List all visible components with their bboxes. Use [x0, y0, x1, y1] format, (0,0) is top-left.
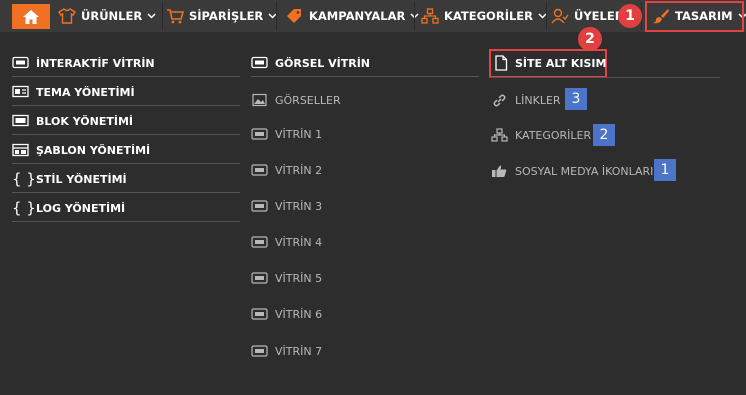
annotation-number-3: 3: [565, 88, 587, 110]
menu-item-vitrin-3[interactable]: VİTRİN 3: [251, 198, 322, 214]
menu-item-log-yonetimi[interactable]: { } LOG YÖNETİMİ: [12, 199, 126, 217]
annotation-number-1: 1: [654, 159, 676, 181]
menu-header-site-alt-kisim[interactable]: SİTE ALT KISIM: [494, 55, 606, 71]
menu-item-tema-yonetimi[interactable]: TEMA YÖNETİMİ: [12, 84, 135, 100]
nav-separator: [162, 2, 163, 30]
menu-item-label: VİTRİN 4: [275, 235, 323, 249]
home-button[interactable]: [12, 4, 50, 29]
chevron-down-icon: [147, 13, 156, 19]
menu-item-label: SOSYAL MEDYA İKONLARI: [515, 164, 654, 178]
menu-item-label: BLOK YÖNETİMİ: [36, 114, 133, 128]
menu-item-vitrin-5[interactable]: VİTRİN 5: [251, 270, 322, 286]
monitor-icon: [251, 199, 268, 213]
nav-urunler[interactable]: ÜRÜNLER: [58, 0, 156, 32]
monitor-icon: [251, 127, 268, 141]
braces-icon: { }: [12, 170, 36, 188]
annotation-number-2: 2: [593, 124, 615, 146]
template-icon: [12, 143, 29, 157]
home-icon: [23, 9, 39, 24]
tasarim-highlight-box: [645, 1, 744, 32]
theme-icon: [12, 85, 29, 99]
divider: [12, 221, 240, 222]
divider: [12, 134, 240, 135]
menu-item-sablon-yonetimi[interactable]: ŞABLON YÖNETİMİ: [12, 142, 150, 158]
divider: [12, 105, 240, 106]
menu-item-label: LOG YÖNETİMİ: [36, 201, 126, 215]
monitor-icon: [251, 307, 268, 321]
sitemap-icon: [491, 128, 508, 142]
nav-separator: [414, 2, 415, 30]
tag-icon: [286, 8, 304, 24]
menu-item-label: VİTRİN 7: [275, 344, 323, 358]
menu-item-blok-yonetimi[interactable]: BLOK YÖNETİMİ: [12, 113, 133, 129]
divider: [489, 77, 720, 78]
divider: [251, 76, 479, 77]
nav-kampanyalar[interactable]: KAMPANYALAR: [286, 0, 419, 32]
monitor-icon: [251, 163, 268, 177]
monitor-icon: [12, 56, 29, 70]
menu-item-label: VİTRİN 6: [275, 307, 323, 321]
monitor-icon: [251, 344, 268, 358]
menu-item-kategoriler[interactable]: KATEGORİLER: [491, 127, 591, 143]
menu-item-sosyal-medya-ikonlari[interactable]: SOSYAL MEDYA İKONLARI: [491, 163, 653, 179]
menu-item-gorseller[interactable]: GÖRSELLER: [251, 92, 341, 108]
menu-item-label: LİNKLER: [515, 93, 561, 107]
annotation-badge-2: 2: [578, 27, 602, 51]
menu-item-vitrin-2[interactable]: VİTRİN 2: [251, 162, 322, 178]
menu-item-stil-yonetimi[interactable]: { } STİL YÖNETİMİ: [12, 170, 127, 188]
menu-item-vitrin-1[interactable]: VİTRİN 1: [251, 126, 322, 142]
nav-siparisler-label: SİPARİŞLER: [189, 9, 264, 23]
menu-item-label: ŞABLON YÖNETİMİ: [36, 143, 151, 157]
monitor-icon: [251, 235, 268, 249]
menu-item-linkler[interactable]: LİNKLER: [491, 92, 561, 108]
monitor-icon: [251, 56, 268, 70]
nav-separator: [546, 2, 547, 30]
menu-item-label: VİTRİN 2: [275, 163, 323, 177]
menu-item-label: GÖRSELLER: [275, 93, 341, 107]
divider: [12, 76, 240, 77]
menu-item-interaktif-vitrin[interactable]: İNTERAKTİF VİTRİN: [12, 55, 155, 71]
menu-item-label: STİL YÖNETİMİ: [36, 172, 127, 186]
braces-icon: { }: [12, 199, 36, 217]
link-icon: [491, 93, 508, 107]
divider: [12, 192, 240, 193]
tshirt-icon: [58, 8, 76, 24]
user-icon: [551, 8, 569, 24]
sitemap-icon: [421, 8, 439, 24]
monitor-icon: [251, 271, 268, 285]
divider: [12, 163, 240, 164]
block-icon: [12, 114, 29, 128]
menu-item-label: VİTRİN 5: [275, 271, 323, 285]
nav-siparisler[interactable]: SİPARİŞLER: [166, 0, 277, 32]
nav-urunler-label: ÜRÜNLER: [81, 9, 143, 23]
menu-header-label: SİTE ALT KISIM: [515, 56, 607, 70]
thumbs-up-icon: [491, 164, 508, 178]
menu-item-label: VİTRİN 3: [275, 199, 323, 213]
menu-item-label: TEMA YÖNETİMİ: [36, 85, 135, 99]
menu-item-label: KATEGORİLER: [515, 128, 592, 142]
nav-separator: [276, 2, 277, 30]
document-icon: [494, 55, 508, 71]
menu-item-vitrin-6[interactable]: VİTRİN 6: [251, 306, 322, 322]
nav-kategoriler[interactable]: KATEGORİLER: [421, 0, 547, 32]
nav-kampanyalar-label: KAMPANYALAR: [309, 9, 406, 23]
menu-header-gorsel-vitrin[interactable]: GÖRSEL VİTRİN: [251, 55, 370, 71]
menu-header-label: GÖRSEL VİTRİN: [275, 56, 371, 70]
nav-kategoriler-label: KATEGORİLER: [444, 9, 534, 23]
nav-uyeler-label: ÜYELER: [574, 9, 624, 23]
menu-item-vitrin-4[interactable]: VİTRİN 4: [251, 234, 322, 250]
menu-item-label: İNTERAKTİF VİTRİN: [36, 56, 155, 70]
menu-item-label: VİTRİN 1: [275, 127, 323, 141]
menu-item-vitrin-7[interactable]: VİTRİN 7: [251, 343, 322, 359]
cart-icon: [166, 8, 184, 24]
annotation-badge-1: 1: [618, 4, 642, 28]
image-icon: [251, 93, 268, 107]
